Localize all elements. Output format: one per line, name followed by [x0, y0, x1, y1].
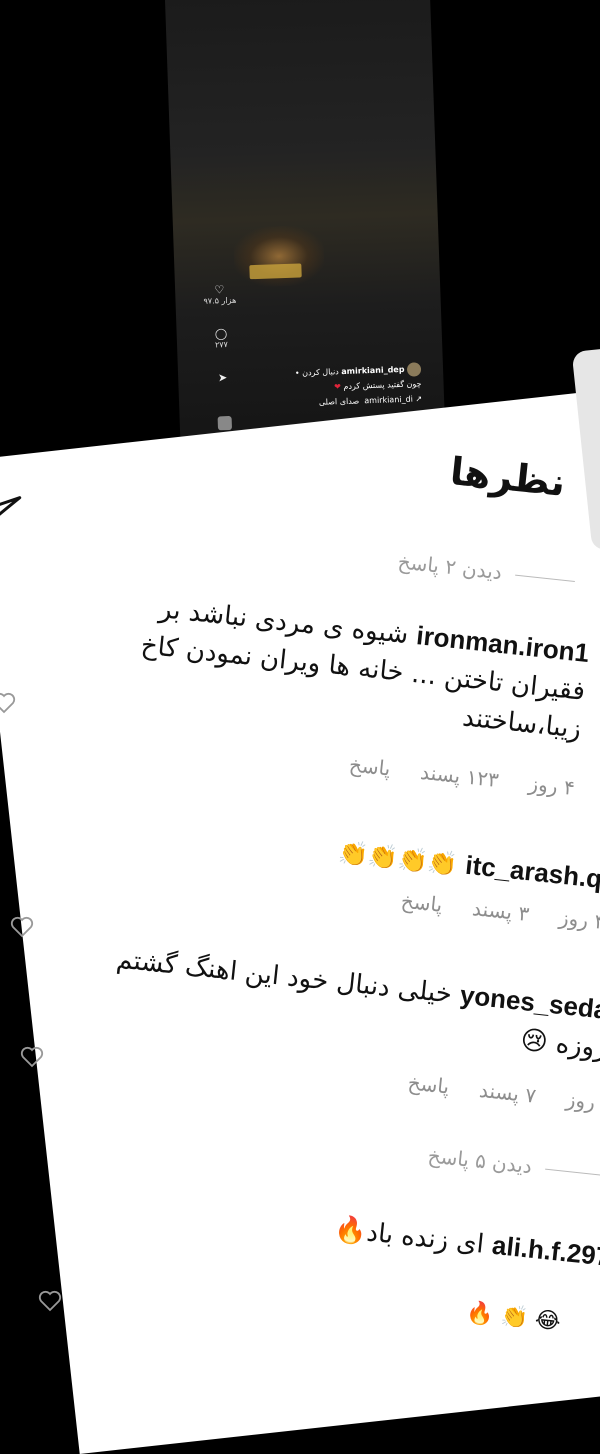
video-side-actions: ♡ ۹۷.۵ هزار ◯ ۲۷۷ ➤ [203, 283, 240, 407]
video-thumbnail[interactable]: ♡ ۹۷.۵ هزار ◯ ۲۷۷ ➤ • دنبال کردن amirkia… [165, 0, 446, 445]
video-light-glow [232, 224, 326, 288]
comment-username[interactable]: ali.h.f.297 [491, 1230, 600, 1272]
video-username[interactable]: amirkiani_dep [341, 365, 404, 376]
video-user-info: • دنبال کردن amirkiani_dep ❤ چون گفتید پ… [295, 361, 423, 410]
reply-button[interactable]: پاسخ [348, 752, 392, 780]
video-follow-link[interactable]: • دنبال کردن [295, 367, 339, 378]
heart-icon[interactable] [20, 1046, 44, 1068]
audio-label[interactable]: صدای اصلی [319, 396, 360, 406]
video-like-action[interactable]: ♡ ۹۷.۵ هزار [203, 283, 236, 306]
video-caption: چون گفتید پستش کردم [343, 379, 422, 392]
heart-icon[interactable] [38, 1290, 62, 1312]
comment-bubble-icon: ◯ [214, 327, 228, 341]
music-thumbnail-icon[interactable] [217, 415, 233, 431]
video-license-plate [249, 263, 302, 280]
avatar[interactable] [406, 361, 422, 377]
send-icon: ➤ [217, 371, 228, 385]
heart-icon[interactable] [10, 916, 34, 938]
comment-username[interactable]: yones_sedagat [459, 980, 600, 1029]
divider [515, 574, 575, 582]
divider [545, 1168, 600, 1176]
comment-time: ۴ روز [527, 771, 577, 800]
comment-time: ۴ روز [557, 905, 600, 934]
video-comment-count: ۲۷۷ [214, 340, 229, 350]
clapping-emoji: 👏👏👏👏 [336, 838, 459, 879]
video-comment-action[interactable]: ◯ ۲۷۷ [204, 327, 237, 350]
reply-button[interactable]: پاسخ [407, 1070, 451, 1098]
video-like-count: ۹۷.۵ هزار [203, 295, 237, 306]
heart-emoji-icon: ❤ [334, 382, 342, 392]
heart-icon: ♡ [214, 283, 225, 297]
heart-icon[interactable] [0, 692, 16, 714]
reply-button[interactable]: پاسخ [400, 889, 444, 917]
audio-user[interactable]: amirkiani_di [364, 395, 413, 406]
comment-time: روز [564, 1087, 597, 1114]
video-share-action[interactable]: ➤ [206, 371, 239, 385]
